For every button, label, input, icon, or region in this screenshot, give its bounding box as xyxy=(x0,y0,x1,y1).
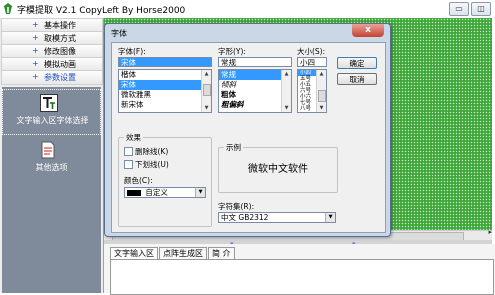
font-icon xyxy=(40,94,58,112)
scroll-thumb[interactable] xyxy=(318,90,326,102)
style-list-scrollbar[interactable]: ▲ ▼ xyxy=(281,70,291,112)
expand-icon: + xyxy=(32,59,39,68)
scroll-down-icon[interactable]: ▼ xyxy=(282,104,291,112)
nav-item-label: 取模方式 xyxy=(44,34,76,43)
style-label: 字形(Y): xyxy=(218,47,246,56)
tab-bar: 文字输入区 点阵生成区 简 介 xyxy=(110,247,236,259)
tool-panel: 文字输入区字体选择 其他选项 xyxy=(2,87,101,293)
effects-group: 效果 删除线(K) 下划线(U) 颜色(C): 自定义 ▼ xyxy=(118,132,212,227)
size-list[interactable]: 小四 五号 小五 六号 小六 七号 八号 ▲ ▼ xyxy=(297,69,327,113)
scroll-down-icon[interactable]: ▼ xyxy=(317,104,326,112)
font-name-field[interactable]: 宋体 xyxy=(118,57,212,67)
font-list-item[interactable]: 楷体 xyxy=(119,70,211,80)
sample-text: 微软中文软件 xyxy=(248,164,308,175)
dropdown-arrow-icon[interactable]: ▼ xyxy=(195,188,205,197)
cancel-button[interactable]: 取消 xyxy=(337,73,377,85)
color-select[interactable]: 自定义 ▼ xyxy=(124,187,206,198)
bottom-panel: 文字输入区 点阵生成区 简 介 xyxy=(104,244,495,295)
font-list-item[interactable]: 新宋体 xyxy=(119,100,211,110)
size-field[interactable]: 小四 xyxy=(297,57,327,67)
dialog-title: 字体 xyxy=(111,29,127,38)
underline-checkbox[interactable] xyxy=(124,160,133,169)
nav-item-label: 参数设置 xyxy=(44,73,76,82)
color-swatch xyxy=(127,190,141,196)
charset-select[interactable]: 中文 GB2312 ▼ xyxy=(218,212,336,223)
scroll-right-icon[interactable]: ▸ xyxy=(488,228,492,236)
nav-item-label: 基本操作 xyxy=(44,21,76,30)
document-icon xyxy=(41,141,55,159)
font-list[interactable]: 楷体 宋体 微软雅黑 新宋体 ▲ ▼ xyxy=(118,69,212,113)
tool-label: 文字输入区字体选择 xyxy=(16,116,89,125)
nav-item-label: 模拟动画 xyxy=(44,60,76,69)
scroll-up-icon[interactable]: ▲ xyxy=(202,70,211,78)
size-label: 大小(S): xyxy=(297,47,326,56)
tool-font-select[interactable]: 文字输入区字体选择 xyxy=(2,89,101,135)
style-field[interactable]: 常规 xyxy=(218,57,292,67)
effects-title: 效果 xyxy=(124,132,143,143)
dropdown-arrow-icon[interactable]: ▼ xyxy=(325,213,335,222)
font-list-scrollbar[interactable]: ▲ ▼ xyxy=(201,70,211,112)
ok-button[interactable]: 确定 xyxy=(337,57,377,69)
dialog-client: 字体(F): 宋体 楷体 宋体 微软雅黑 新宋体 ▲ ▼ 字形(Y): 常规 常… xyxy=(111,42,386,233)
strikeout-checkbox[interactable] xyxy=(124,147,133,156)
font-label: 字体(F): xyxy=(118,47,146,56)
underline-label: 下划线(U) xyxy=(135,160,169,169)
app-icon xyxy=(4,3,12,14)
color-value: 自定义 xyxy=(145,188,168,197)
expand-icon: + xyxy=(32,20,39,29)
color-label: 颜色(C): xyxy=(124,176,153,185)
minimize-button[interactable]: ▭ xyxy=(449,2,469,16)
scroll-up-icon[interactable]: ▲ xyxy=(317,70,326,78)
charset-value: 中文 GB2312 xyxy=(221,213,269,222)
size-list-scrollbar[interactable]: ▲ ▼ xyxy=(316,70,326,112)
tab-matrix-output[interactable]: 点阵生成区 xyxy=(159,247,207,259)
tool-label: 其他选项 xyxy=(35,163,68,172)
close-button[interactable]: x xyxy=(352,24,384,37)
tab-intro[interactable]: 简 介 xyxy=(208,247,235,259)
scroll-thumb[interactable] xyxy=(203,84,211,96)
left-nav: + 基本操作 + 取模方式 + 修改图像 + 模拟动画 + 参数设置 文字输入区… xyxy=(0,18,104,293)
nav-item-label: 修改图像 xyxy=(44,47,76,56)
window-title: 字模提取 V2.1 CopyLeft By Horse2000 xyxy=(17,6,186,16)
font-list-item[interactable]: 微软雅黑 xyxy=(119,90,211,100)
expand-icon: + xyxy=(32,33,39,42)
scroll-up-icon[interactable]: ▲ xyxy=(282,70,291,78)
expand-icon: + xyxy=(32,46,39,55)
sample-group: 示例 微软中文软件 xyxy=(218,142,338,193)
tool-other-options[interactable]: 其他选项 xyxy=(2,137,101,183)
font-list-item[interactable]: 宋体 xyxy=(119,80,211,90)
scroll-down-icon[interactable]: ▼ xyxy=(202,104,211,112)
title-bar: 字模提取 V2.1 CopyLeft By Horse2000 ▭ ◫ xyxy=(0,0,495,18)
text-input-area[interactable] xyxy=(110,259,494,295)
nav-item-settings[interactable]: + 参数设置 xyxy=(1,70,103,85)
strikeout-label: 删除线(K) xyxy=(135,147,169,156)
charset-label: 字符集(R): xyxy=(218,202,255,211)
font-dialog: 字体 x 字体(F): 宋体 楷体 宋体 微软雅黑 新宋体 ▲ ▼ 字形(Y):… xyxy=(104,23,391,237)
maximize-button[interactable]: ◫ xyxy=(471,2,491,16)
expand-icon: + xyxy=(32,72,39,81)
sample-title: 示例 xyxy=(224,142,243,153)
tab-text-input[interactable]: 文字输入区 xyxy=(110,247,158,259)
style-list[interactable]: 常规 倾斜 粗体 粗偏斜 ▲ ▼ xyxy=(218,69,292,113)
